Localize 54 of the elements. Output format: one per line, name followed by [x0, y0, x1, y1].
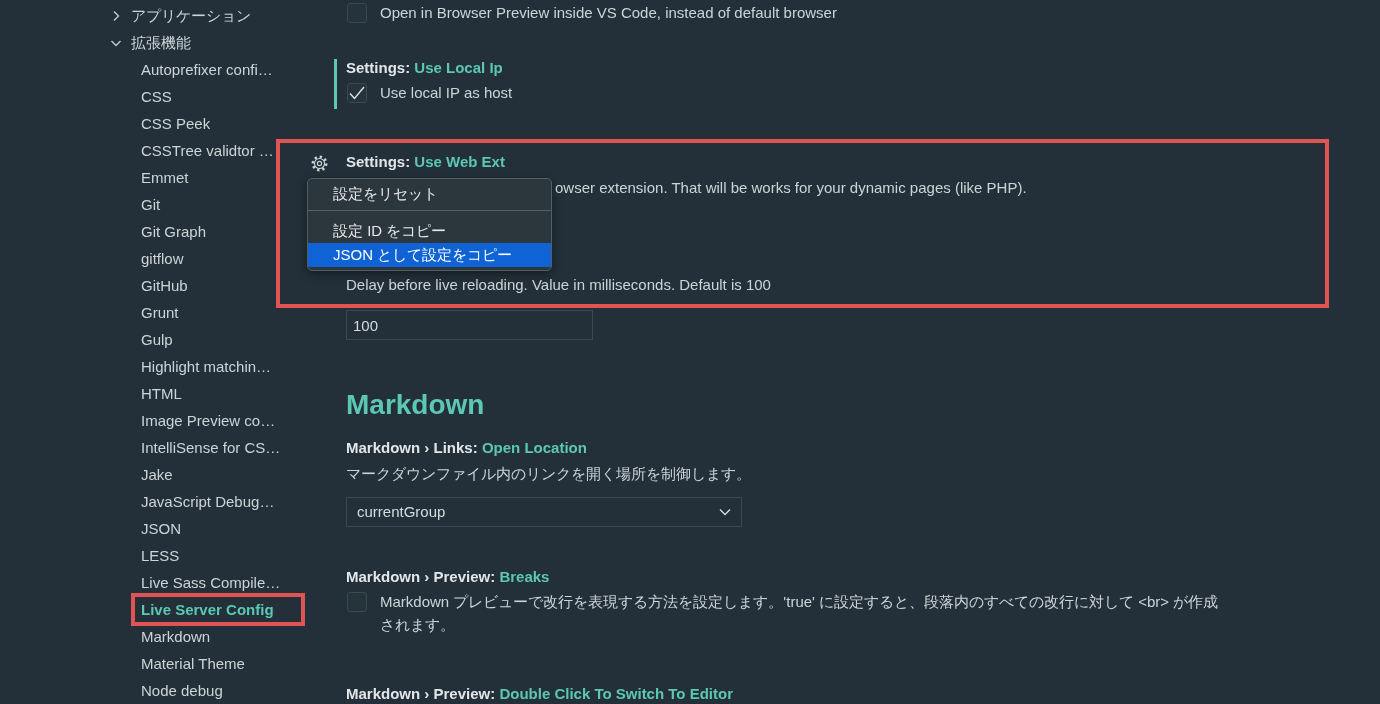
tree-item[interactable]: アプリケーション [0, 2, 305, 29]
tree-item[interactable]: CSS Peek [141, 110, 305, 137]
tree-item[interactable]: Git [141, 191, 305, 218]
checkbox-label: Markdown プレビューで改行を表現する方法を設定します。'true' に設定すると、段落内のすべての改行に対して <br> が作成されます。 [380, 592, 1220, 635]
setting-category: Settings: [346, 59, 411, 76]
setting-name: Breaks [499, 568, 550, 585]
tree-item[interactable]: Image Preview co… [141, 407, 305, 434]
tree-item[interactable]: Live Sass Compile… [141, 569, 305, 596]
tree-item[interactable]: Markdown [141, 623, 305, 650]
setting-description: Delay before live reloading. Value in milliseconds. Default is 100 [346, 275, 772, 295]
tree-item[interactable]: Grunt [141, 299, 305, 326]
tree-item[interactable]: Autoprefixer confi… [141, 56, 305, 83]
checkbox-label: Use local IP as host [380, 83, 513, 103]
menu-item[interactable]: JSON として設定をコピー [308, 243, 551, 267]
number-input[interactable]: 100 [346, 310, 593, 340]
tree-item[interactable]: Highlight matchin… [141, 353, 305, 380]
section-heading: Markdown [346, 388, 486, 422]
tree-item[interactable]: Gulp [141, 326, 305, 353]
tree-item[interactable]: CSSTree validtor … [141, 137, 305, 164]
tree-item[interactable]: Live Server Config [131, 593, 305, 626]
tree-item[interactable]: GitHub [141, 272, 305, 299]
settings-icon[interactable] [311, 155, 328, 172]
tree-item[interactable]: 拡張機能 [0, 29, 305, 56]
setting-category: Markdown › Preview: [346, 568, 496, 585]
setting-description: owser extension. That will be works for your dynamic pages (like PHP). [555, 178, 1028, 198]
setting-category: Markdown › Preview: [346, 685, 496, 702]
setting-category: Settings: [346, 153, 411, 170]
tree-item[interactable]: IntelliSense for CS… [141, 434, 305, 461]
menu-item[interactable]: 設定をリセット [308, 182, 551, 206]
checkmark-icon [349, 85, 365, 100]
tree-item[interactable]: HTML [141, 380, 305, 407]
tree-item[interactable]: Git Graph [141, 218, 305, 245]
tree-item[interactable]: Jake [141, 461, 305, 488]
dropdown[interactable]: currentGroup [346, 497, 742, 527]
tree-item[interactable]: CSS [141, 83, 305, 110]
checkbox[interactable] [347, 2, 367, 23]
setting-name: Double Click To Switch To Editor [499, 685, 733, 702]
tree-item[interactable]: Material Theme [141, 650, 305, 677]
setting-name: Open Location [481, 439, 587, 456]
setting-description: マークダウンファイル内のリンクを開く場所を制御します。 [346, 464, 752, 484]
tree-item[interactable]: gitflow [141, 245, 305, 272]
tree-item[interactable]: JavaScript Debug… [141, 488, 305, 515]
tree-item[interactable]: Node debug [141, 677, 305, 704]
checkbox-label: Open in Browser Preview inside VS Code, instead of default browser [380, 3, 837, 23]
setting-category: Markdown › Links: [346, 439, 478, 456]
checkbox[interactable] [347, 591, 367, 612]
tree-item[interactable]: Emmet [141, 164, 305, 191]
setting-name: Use Web Ext [414, 153, 505, 170]
checkbox[interactable] [347, 82, 367, 103]
tree-item[interactable]: JSON [141, 515, 305, 542]
menu-item[interactable]: 設定 ID をコピー [308, 219, 551, 243]
chevron-down-icon [719, 508, 731, 516]
setting-name: Use Local Ip [414, 59, 503, 76]
tree-item[interactable]: LESS [141, 542, 305, 569]
